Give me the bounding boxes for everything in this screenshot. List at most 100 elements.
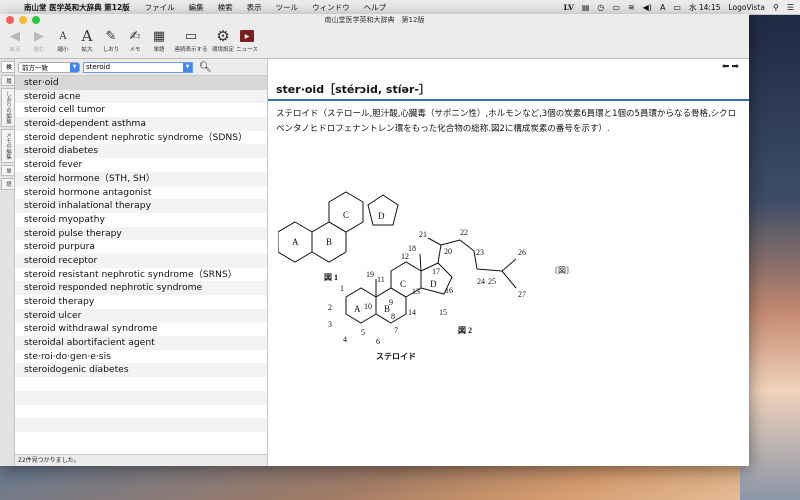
svg-text:27: 27 [518, 290, 526, 299]
result-row[interactable]: ster·oid [15, 76, 267, 90]
side-tab-word-2[interactable]: 語 [1, 178, 15, 190]
continuous-view-button[interactable]: ▭ 連続表示する [172, 27, 210, 54]
menubar-app-name[interactable]: LogoVista [728, 3, 764, 12]
menu-search[interactable]: 検索 [218, 2, 233, 13]
menu-file[interactable]: ファイル [145, 2, 175, 13]
font-larger-icon: A [81, 27, 93, 45]
result-row[interactable]: steroid responded nephrotic syndrome [15, 281, 267, 295]
close-window-button[interactable] [6, 16, 14, 24]
volume-icon[interactable]: ◀) [643, 3, 652, 12]
result-row[interactable]: steroid dependent nephrotic syndrome（SDN… [15, 131, 267, 145]
svg-text:20: 20 [444, 247, 452, 256]
ring-d-label: D [378, 211, 385, 221]
ring-a-label: A [292, 237, 299, 247]
result-row[interactable]: steroid ulcer [15, 308, 267, 323]
wordbook-button[interactable]: ▦ 単語 [148, 27, 170, 54]
results-list[interactable]: ster·oid steroid acne steroid cell tumor st… [15, 76, 267, 449]
prev-entry-icon[interactable]: ⬅ [722, 62, 730, 72]
search-history-chevron-icon[interactable]: ▼ [183, 62, 192, 72]
time-machine-icon[interactable]: ◷ [597, 3, 604, 12]
forward-label: 進む [33, 47, 45, 53]
result-row[interactable]: steroid withdrawal syndrome [15, 322, 267, 336]
next-entry-icon[interactable]: ➡ [731, 62, 739, 72]
memo-icon: ✍ [129, 28, 141, 44]
result-row[interactable]: steroid cell tumor [15, 103, 267, 117]
svg-text:23: 23 [476, 248, 484, 257]
battery-icon[interactable]: ▭ [673, 3, 681, 12]
fig2-ring-d-label: D [430, 279, 437, 289]
result-row[interactable]: steroidal abortifacient agent [15, 336, 267, 350]
minimize-window-button[interactable] [19, 16, 27, 24]
wordbook-label: 単語 [153, 47, 165, 53]
dictionary-window: 南山堂医学英和大辞典 第12版 ◀ 戻る ▶ 進む A 縮小 A 拡大 ✎ しお… [0, 14, 749, 466]
side-tab-word[interactable]: 単 [1, 164, 15, 176]
steroid-structure-figure: A B C D 図 1 123 456 789 101112 1314 15 1… [278, 191, 574, 361]
input-source-icon[interactable]: A [660, 3, 665, 12]
result-row[interactable]: steroid resistant nephrotic syndrome（SRN… [15, 268, 267, 282]
memo-label: メモ [129, 47, 141, 53]
spotlight-icon[interactable]: ⚲ [773, 3, 779, 12]
menu-help[interactable]: ヘルプ [364, 2, 387, 13]
svg-text:22: 22 [460, 228, 468, 237]
svg-text:10: 10 [364, 302, 372, 311]
back-button[interactable]: ◀ 戻る [4, 27, 26, 54]
forward-arrow-icon: ▶ [34, 28, 44, 44]
wifi-icon[interactable]: ≋ [628, 3, 635, 12]
back-arrow-icon: ◀ [10, 28, 20, 44]
chevron-down-icon: ▼ [70, 62, 79, 72]
search-mode-value: 前方一致 [22, 64, 48, 72]
font-smaller-button[interactable]: A 縮小 [52, 27, 74, 54]
side-tab-search[interactable]: 検 [1, 61, 15, 73]
result-row[interactable]: steroidogenic diabetes [15, 363, 267, 378]
search-icon[interactable]: 🔍︎ [199, 62, 212, 73]
bookmark-button[interactable]: ✎ しおり [100, 27, 122, 54]
entry-nav: ⬅ ➡ [722, 62, 739, 72]
result-row[interactable]: steroid diabetes [15, 144, 267, 159]
result-row[interactable]: steroid hormone（STH, SH） [15, 171, 267, 186]
font-smaller-label: 縮小 [57, 47, 69, 53]
result-row[interactable]: steroid hormone antagonist [15, 186, 267, 200]
svg-text:3: 3 [328, 320, 332, 329]
continuous-view-icon: ▭ [184, 28, 198, 44]
menubar-clock[interactable]: 水 14:15 [689, 2, 721, 13]
result-row[interactable]: steroid pulse therapy [15, 226, 267, 241]
preferences-button[interactable]: ⚙ 環境設定 [212, 27, 234, 53]
result-row[interactable]: steroid inhalational therapy [15, 199, 267, 213]
app-menu[interactable]: 南山堂 医学英和大辞典 第12版 [24, 2, 130, 13]
zoom-window-button[interactable] [32, 16, 40, 24]
search-input[interactable]: steroid ▼ [83, 61, 193, 73]
memo-button[interactable]: ✍ メモ [124, 27, 146, 54]
result-row[interactable]: steroid purpura [15, 240, 267, 254]
side-tab-memo-edit[interactable]: メモの編集 [1, 129, 15, 163]
result-row[interactable]: steroid receptor [15, 253, 267, 268]
menu-window[interactable]: ウィンドウ [312, 2, 350, 13]
news-button[interactable]: ▶ ニュース [236, 27, 258, 53]
forward-button[interactable]: ▶ 進む [28, 27, 50, 54]
menu-edit[interactable]: 編集 [189, 2, 204, 13]
gear-icon: ⚙ [216, 27, 230, 45]
result-row[interactable]: ste·roi·do·gen·e·sis [15, 350, 267, 364]
clipboard-icon[interactable]: ▤ [582, 3, 590, 12]
menu-tools[interactable]: ツール [276, 2, 299, 13]
result-row[interactable]: steroid therapy [15, 295, 267, 309]
entry-headword: ster·oid［stérɔid, stíər-］ [276, 83, 430, 96]
figure-2-label: 図 2 [458, 326, 472, 335]
side-tab-bookmark-edit[interactable]: しおりの編集 [1, 88, 15, 127]
font-smaller-icon: A [59, 30, 67, 42]
font-larger-button[interactable]: A 拡大 [76, 27, 98, 53]
svg-text:13: 13 [412, 287, 420, 296]
result-row[interactable]: steroid myopathy [15, 213, 267, 227]
svg-text:6: 6 [376, 337, 380, 346]
notification-center-icon[interactable]: ☰ [787, 3, 794, 12]
wordbook-icon: ▦ [152, 28, 166, 44]
result-row[interactable]: steroid fever [15, 158, 267, 172]
svg-text:7: 7 [394, 326, 398, 335]
result-row[interactable]: steroid acne [15, 89, 267, 104]
side-tab-history[interactable]: 履 [1, 74, 15, 86]
airplay-icon[interactable]: ▭ [612, 3, 620, 12]
menu-view[interactable]: 表示 [247, 2, 262, 13]
logovista-tray-icon[interactable]: LV [564, 3, 574, 12]
search-mode-select[interactable]: 前方一致 ▼ [18, 61, 80, 73]
svg-text:18: 18 [408, 244, 416, 253]
result-row[interactable]: steroid-dependent asthma [15, 117, 267, 131]
